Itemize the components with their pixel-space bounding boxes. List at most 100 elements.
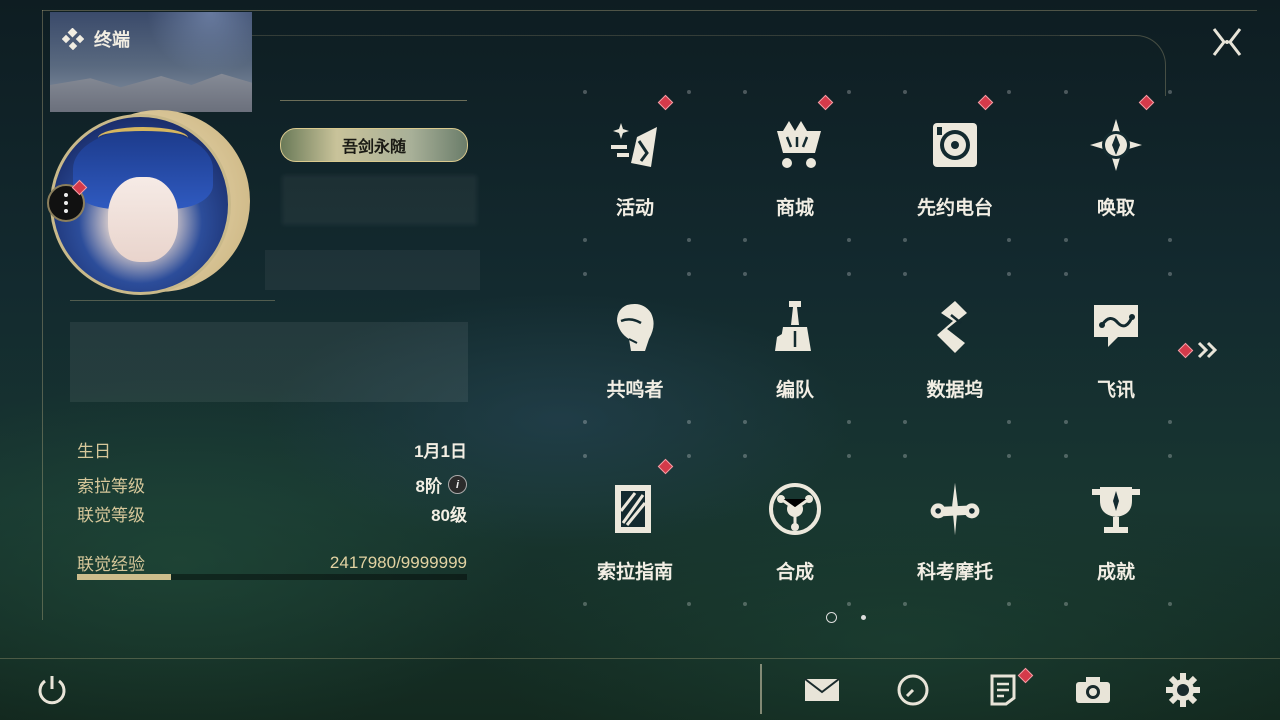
divider [760, 664, 762, 714]
stat-label: 联觉经验 [77, 555, 145, 574]
menu-item-label: 飞讯 [1096, 380, 1135, 401]
stat-label: 索拉等级 [77, 477, 145, 496]
hidden-name [282, 175, 477, 225]
grid-corner-dot [743, 272, 747, 276]
chat-icon [1086, 297, 1146, 357]
power-button[interactable] [30, 668, 74, 712]
menu-item-chat[interactable]: 飞讯 [1056, 272, 1176, 422]
page-dot-active[interactable] [826, 612, 837, 623]
hidden-id [265, 250, 480, 290]
grid-corner-dot [583, 420, 587, 424]
stat-value: 80级 [431, 506, 467, 525]
menu-item-guide[interactable]: 索拉指南 [575, 454, 695, 604]
grid-corner-dot [743, 90, 747, 94]
grid-corner-dot [1064, 90, 1068, 94]
menu-item-label: 先约电台 [916, 198, 993, 219]
menu-item-label: 成就 [1096, 562, 1135, 583]
menu-item-trophy[interactable]: 成就 [1056, 454, 1176, 604]
notification-dot [817, 94, 834, 111]
activity-icon [605, 115, 665, 175]
grid-corner-dot [687, 602, 691, 606]
grid-corner-dot [583, 602, 587, 606]
shop-cart-icon [765, 115, 825, 175]
menu-item-resonator[interactable]: 共鸣者 [575, 272, 695, 422]
grid-corner-dot [903, 238, 907, 242]
grid-corner-dot [687, 272, 691, 276]
grid-corner-dot [743, 602, 747, 606]
page-dot[interactable] [861, 615, 866, 620]
grid-corner-dot [847, 272, 851, 276]
menu-item-shop-cart[interactable]: 商城 [735, 90, 855, 240]
radio-icon [925, 115, 985, 175]
menu-item-summon-compass[interactable]: 唤取 [1056, 90, 1176, 240]
next-page-button[interactable] [1177, 338, 1222, 362]
divider [0, 658, 1280, 659]
menu-item-radio[interactable]: 先约电台 [895, 90, 1015, 240]
menu-item-label: 唤取 [1096, 198, 1135, 219]
grid-corner-dot [1168, 272, 1172, 276]
grid-corner-dot [687, 454, 691, 458]
menu-item-label: 合成 [775, 562, 814, 583]
guide-icon [605, 479, 665, 539]
frame-line [42, 10, 43, 620]
grid-corner-dot [583, 90, 587, 94]
menu-item-motorcycle[interactable]: 科考摩托 [895, 454, 1015, 604]
power-icon [38, 676, 66, 705]
exp-progress-bar [77, 574, 467, 580]
mail-button[interactable] [800, 668, 844, 712]
grid-corner-dot [1064, 454, 1068, 458]
grid-corner-dot [1007, 238, 1011, 242]
stat-sola-level: 索拉等级 8阶 i [77, 472, 467, 497]
grid-corner-dot [903, 90, 907, 94]
menu-item-label: 数据坞 [926, 380, 984, 401]
notification-dot [977, 94, 994, 111]
menu-item-chess-team[interactable]: 编队 [735, 272, 855, 422]
hidden-signature [70, 322, 468, 402]
double-chevron-right-icon [1197, 341, 1218, 359]
menu-item-label: 索拉指南 [596, 562, 673, 583]
summon-compass-icon [1086, 115, 1146, 175]
menu-item-synthesis[interactable]: 合成 [735, 454, 855, 604]
grid-corner-dot [1007, 420, 1011, 424]
camera-icon [1076, 677, 1110, 703]
chess-team-icon [765, 297, 825, 357]
notification-dot [1177, 342, 1194, 358]
title-badge[interactable]: 吾剑永随 [280, 128, 468, 162]
clock-button[interactable] [891, 668, 935, 712]
grid-corner-dot [847, 420, 851, 424]
grid-corner-dot [903, 420, 907, 424]
menu-item-activity[interactable]: 活动 [575, 90, 695, 240]
info-icon[interactable]: i [448, 475, 467, 494]
stat-label: 联觉等级 [77, 506, 145, 525]
grid-corner-dot [1007, 90, 1011, 94]
terminal-title-text: 终端 [94, 30, 130, 50]
close-button[interactable] [1205, 20, 1249, 64]
divider [70, 300, 275, 301]
settings-button[interactable] [1161, 668, 1205, 712]
notification-dot [657, 458, 674, 475]
stat-birthday: 生日 1月1日 [77, 437, 467, 462]
camera-button[interactable] [1071, 668, 1115, 712]
grid-corner-dot [1064, 238, 1068, 242]
menu-item-data-dock[interactable]: 数据坞 [895, 272, 1015, 422]
grid-corner-dot [583, 454, 587, 458]
settings-icon [1166, 673, 1200, 707]
grid-corner-dot [847, 602, 851, 606]
notification-dot [1138, 94, 1155, 111]
menu-item-label: 商城 [775, 198, 814, 219]
synthesis-icon [765, 479, 825, 539]
menu-item-label: 编队 [775, 380, 814, 401]
grid-corner-dot [1168, 602, 1172, 606]
grid-corner-dot [1007, 454, 1011, 458]
grid-corner-dot [743, 238, 747, 242]
grid-corner-dot [1007, 272, 1011, 276]
motorcycle-icon [925, 479, 985, 539]
grid-corner-dot [687, 420, 691, 424]
close-icon [1212, 28, 1242, 56]
resonator-icon [605, 297, 665, 357]
grid-corner-dot [1064, 602, 1068, 606]
grid-corner-dot [687, 90, 691, 94]
divider [280, 100, 467, 101]
stat-label: 生日 [77, 442, 111, 461]
title-badge-text: 吾剑永随 [341, 139, 406, 156]
